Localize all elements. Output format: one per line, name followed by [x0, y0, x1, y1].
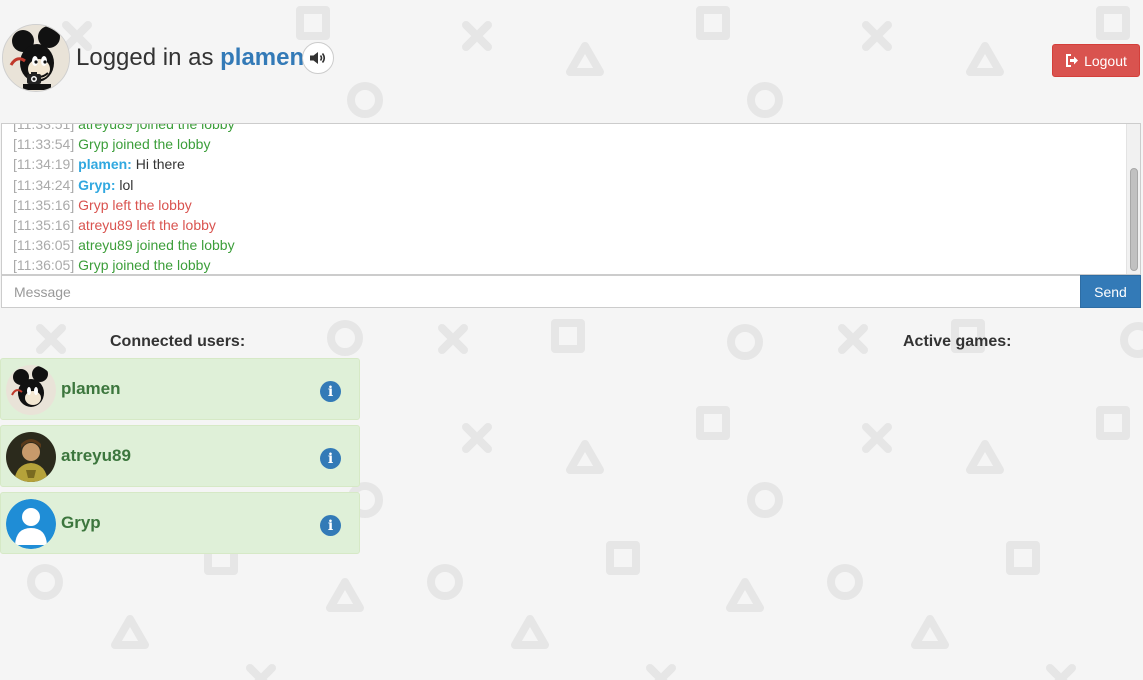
user-card[interactable]: atreyu89 i [0, 425, 360, 487]
chat-lines: [11:33:51] atreyu89 joined the lobby [11:… [13, 123, 1123, 274]
user-card[interactable]: plamen i [0, 358, 360, 420]
default-user-icon [6, 499, 56, 549]
chat-text: Gryp joined the lobby [78, 136, 211, 153]
chat-speaker: Gryp: [78, 176, 116, 193]
volume-icon [310, 52, 326, 64]
chat-log[interactable]: [11:33:51] atreyu89 joined the lobby [11:… [1, 123, 1141, 275]
user-name: atreyu89 [61, 446, 131, 465]
chat-line: [11:33:51] atreyu89 joined the lobby [13, 123, 1123, 134]
chat-text: atreyu89 left the lobby [78, 216, 216, 233]
logout-button[interactable]: Logout [1052, 44, 1140, 77]
send-button[interactable]: Send [1080, 275, 1141, 308]
page-title: Logged in as plamen [76, 44, 304, 72]
chat-text: lol [119, 176, 134, 193]
chat-scrollbar[interactable] [1126, 124, 1140, 274]
chat-text: atreyu89 joined the lobby [78, 237, 235, 254]
chat-timestamp: [11:35:16] [13, 196, 75, 213]
camera-icon[interactable] [27, 72, 41, 87]
active-games-title: Active games: [903, 333, 1012, 350]
sound-toggle-button[interactable] [302, 42, 334, 74]
info-icon[interactable]: i [320, 381, 341, 402]
scrollbar-thumb[interactable] [1130, 168, 1138, 271]
logout-label: Logout [1084, 52, 1127, 69]
chat-text: Gryp joined the lobby [78, 257, 211, 274]
current-username: plamen [220, 44, 305, 71]
chat-timestamp: [11:34:19] [13, 156, 75, 173]
mickey-avatar-icon [6, 365, 56, 415]
chat-line: [11:36:05] atreyu89 joined the lobby [13, 235, 1123, 255]
chat-text: Gryp left the lobby [78, 196, 192, 213]
chat-line: [11:34:19] plamen: Hi there [13, 154, 1123, 174]
chat-line: [11:34:24] Gryp: lol [13, 175, 1123, 195]
user-avatar [6, 365, 56, 415]
sign-out-icon [1066, 54, 1079, 67]
chat-line: [11:36:05] Gryp joined the lobby [13, 255, 1123, 274]
info-icon[interactable]: i [320, 515, 341, 536]
chat-speaker: plamen: [78, 156, 132, 173]
user-name: plamen [61, 379, 121, 398]
user-avatar [6, 432, 56, 482]
info-icon[interactable]: i [320, 448, 341, 469]
chat-timestamp: [11:34:24] [13, 176, 75, 193]
user-name: Gryp [61, 513, 101, 532]
chat-timestamp: [11:33:54] [13, 136, 75, 153]
chat-line: [11:35:16] atreyu89 left the lobby [13, 215, 1123, 235]
user-card[interactable]: Gryp i [0, 492, 360, 554]
chat-line: [11:33:54] Gryp joined the lobby [13, 134, 1123, 154]
photo-avatar-icon [6, 432, 56, 482]
header: Logged in as plamen Logout [0, 0, 1143, 120]
chat-timestamp: [11:36:05] [13, 237, 75, 254]
chat-text: atreyu89 joined the lobby [78, 123, 235, 132]
chat-timestamp: [11:33:51] [13, 123, 75, 132]
chat-line: [11:35:16] Gryp left the lobby [13, 195, 1123, 215]
connected-users-title: Connected users: [110, 333, 246, 350]
chat-timestamp: [11:35:16] [13, 216, 75, 233]
message-input[interactable] [1, 275, 1081, 308]
user-avatar [6, 499, 56, 549]
logged-in-label: Logged in as [76, 44, 214, 71]
chat-text: Hi there [135, 156, 185, 173]
chat-timestamp: [11:36:05] [13, 257, 75, 274]
